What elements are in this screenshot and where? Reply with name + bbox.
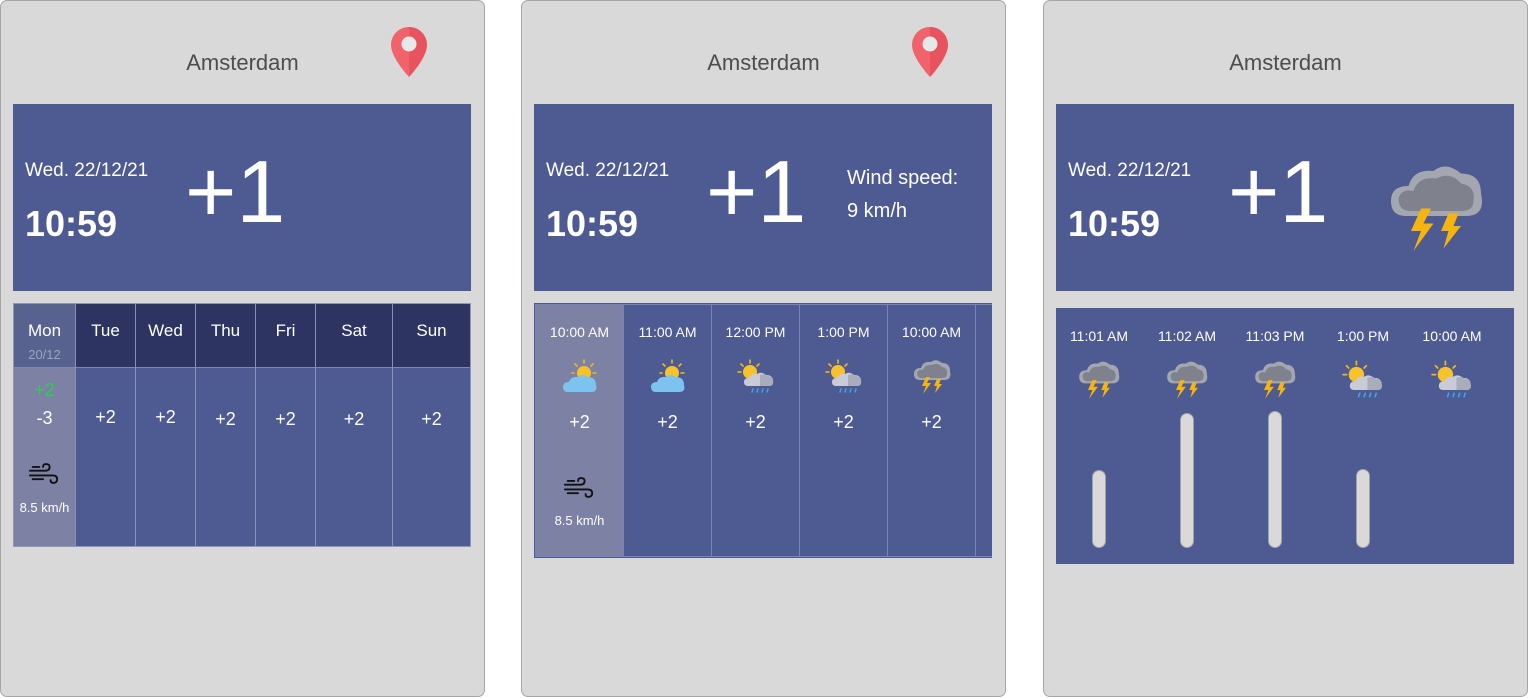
day-name: Mon	[27, 321, 62, 340]
interval-column[interactable]: 11:03 PM	[1232, 308, 1318, 564]
hour-time: 10:00 AM	[549, 324, 610, 340]
wind-speed: 8.5 km/h	[19, 500, 70, 515]
wind-speed-value: 9 km/h	[847, 200, 908, 222]
day-column-wed[interactable]: Wed +2	[136, 304, 196, 546]
partly-cloudy-icon	[649, 359, 685, 393]
current-weather-card: Wed. 22/12/21 10:59 +1 Wind speed: 9 km/…	[534, 104, 992, 291]
day-name: Sat	[341, 321, 367, 340]
day-temp: +2	[95, 407, 116, 427]
day-temp: +2	[155, 407, 176, 427]
high-temp: +2	[34, 380, 55, 400]
current-date: Wed. 22/12/21	[25, 160, 149, 181]
current-date: Wed. 22/12/21	[546, 160, 670, 181]
hour-temp: +2	[745, 412, 766, 432]
low-temp: -3	[36, 408, 53, 428]
interval-time: 11:03 PM	[1245, 328, 1305, 344]
hour-time: 1:00 PM	[817, 324, 870, 340]
wind-icon	[563, 477, 594, 498]
thunderstorm-icon	[1255, 361, 1296, 399]
day-column-sun[interactable]: Sun +2	[393, 304, 470, 546]
interval-time: 11:02 AM	[1157, 328, 1217, 344]
hour-temp: +2	[657, 412, 678, 432]
hour-column[interactable]: 10:00 AM +2 8.5 km/h	[535, 304, 624, 557]
day-name: Tue	[91, 321, 120, 340]
sun-rain-icon	[824, 359, 862, 393]
interval-time: 10:00 AM	[1422, 328, 1482, 344]
precipitation-strip: 11:01 AM 11:02 AM 11:03 PM 1:00 PM 10:00…	[1056, 308, 1514, 564]
hour-column[interactable]: 1:00 PM +2	[799, 304, 888, 557]
sun-rain-icon	[1342, 360, 1383, 398]
hour-column[interactable]	[975, 304, 992, 557]
current-weather-card: Wed. 22/12/21 10:59 +1	[1056, 104, 1514, 291]
sun-rain-icon	[1431, 360, 1472, 398]
day-temp: +2	[215, 409, 236, 429]
hour-column[interactable]: 10:00 AM +2	[887, 304, 976, 557]
thunderstorm-icon	[913, 360, 950, 394]
location-pin-icon[interactable]	[390, 26, 428, 78]
precipitation-bar	[1356, 469, 1370, 548]
day-name: Sun	[416, 321, 447, 340]
current-time: 10:59	[546, 203, 639, 244]
weekly-forecast-panel: Amsterdam Wed. 22/12/21 10:59 +1 Mon 20/…	[0, 0, 485, 697]
city-name: Amsterdam	[1229, 50, 1342, 75]
location-pin-icon[interactable]	[911, 26, 949, 78]
hour-temp: +2	[921, 412, 942, 432]
hourly-forecast-strip: 10:00 AM +2 8.5 km/h 11:00 AM +2 12:00 P…	[534, 303, 992, 558]
day-temp: +2	[275, 409, 296, 429]
day-temp: +2	[343, 409, 365, 429]
day-name: Fri	[275, 321, 296, 340]
current-weather-card: Wed. 22/12/21 10:59 +1	[13, 104, 471, 291]
wind-speed: 8.5 km/h	[554, 513, 605, 528]
current-temperature: +1	[706, 142, 807, 241]
hour-temp: +2	[569, 412, 590, 432]
thunderstorm-icon	[1391, 166, 1482, 251]
day-column-mon[interactable]: Mon 20/12 +2 -3 8.5 km/h	[14, 304, 76, 546]
day-name: Thu	[210, 321, 241, 340]
thunderstorm-icon	[1079, 361, 1120, 399]
current-temperature: +1	[185, 142, 286, 241]
current-time: 10:59	[25, 203, 118, 244]
hourly-forecast-panel: Amsterdam Wed. 22/12/21 10:59 +1 Wind sp…	[521, 0, 1006, 697]
interval-column[interactable]: 1:00 PM	[1320, 308, 1406, 564]
current-time: 10:59	[1068, 203, 1161, 244]
day-column-tue[interactable]: Tue +2	[76, 304, 136, 546]
interval-time: 1:00 PM	[1336, 328, 1390, 344]
day-column-fri[interactable]: Fri +2	[256, 304, 316, 546]
precipitation-bar	[1268, 411, 1282, 548]
partly-cloudy-icon	[561, 359, 597, 393]
interval-column[interactable]: 11:02 AM	[1144, 308, 1230, 564]
interval-column[interactable]: 11:01 AM	[1056, 308, 1142, 564]
sun-rain-icon	[736, 359, 774, 393]
hour-temp: +2	[833, 412, 854, 432]
thunderstorm-icon	[1167, 361, 1208, 399]
day-date: 20/12	[28, 347, 61, 362]
interval-column[interactable]: 10:00 AM	[1409, 308, 1495, 564]
hour-time: 10:00 AM	[901, 324, 962, 340]
interval-time: 11:01 AM	[1069, 328, 1129, 344]
day-column-sat[interactable]: Sat +2	[316, 304, 393, 546]
day-temp: +2	[421, 409, 442, 429]
day-name: Wed	[148, 321, 183, 340]
precipitation-bar	[1180, 413, 1194, 548]
hour-column[interactable]: 11:00 AM +2	[623, 304, 712, 557]
precipitation-panel: Amsterdam Wed. 22/12/21 10:59 +1 11:01 A…	[1043, 0, 1528, 697]
wind-icon	[28, 463, 59, 484]
wind-speed-info: Wind speed: 9 km/h	[847, 162, 958, 228]
wind-speed-label: Wind speed:	[847, 167, 959, 189]
hour-column[interactable]: 12:00 PM +2	[711, 304, 800, 557]
weekly-forecast-table: Mon 20/12 +2 -3 8.5 km/h Tue +2 Wed +2 T…	[13, 303, 471, 547]
current-temperature: +1	[1228, 142, 1329, 241]
current-date: Wed. 22/12/21	[1068, 160, 1192, 181]
precipitation-bar	[1092, 470, 1106, 548]
hour-time: 11:00 AM	[638, 324, 697, 340]
hour-time: 12:00 PM	[725, 324, 786, 340]
day-column-thu[interactable]: Thu +2	[196, 304, 256, 546]
